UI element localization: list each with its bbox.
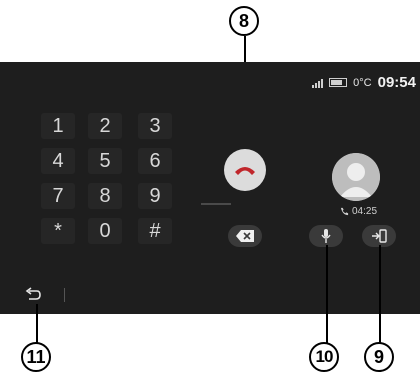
key-2[interactable]: 2 xyxy=(88,113,122,139)
phone-hangup-icon xyxy=(235,167,255,175)
key-8[interactable]: 8 xyxy=(88,183,122,209)
backspace-icon xyxy=(236,230,254,242)
microphone-icon xyxy=(321,229,331,243)
callout-8: 8 xyxy=(229,6,259,36)
car-screen: 0°C 09:54 1 2 3 4 5 6 7 8 9 * 0 # 04:25 xyxy=(0,62,420,314)
key-3[interactable]: 3 xyxy=(138,113,172,139)
key-5[interactable]: 5 xyxy=(88,148,122,174)
callout-10: 10 xyxy=(309,342,339,372)
status-bar: 0°C 09:54 xyxy=(312,74,416,91)
divider xyxy=(201,203,231,205)
key-0[interactable]: 0 xyxy=(88,218,122,244)
call-duration-text: 04:25 xyxy=(352,206,378,217)
callout-9: 9 xyxy=(364,342,394,372)
contact-avatar xyxy=(332,153,380,201)
callout-9-line xyxy=(379,245,381,344)
callout-11-line xyxy=(36,304,38,344)
key-7[interactable]: 7 xyxy=(41,183,75,209)
callout-10-line xyxy=(326,245,328,344)
transfer-call-button[interactable] xyxy=(362,225,396,247)
key-9[interactable]: 9 xyxy=(138,183,172,209)
key-hash[interactable]: # xyxy=(138,218,172,244)
signal-icon xyxy=(312,78,324,88)
callout-11: 11 xyxy=(21,342,51,372)
temperature: 0°C xyxy=(353,76,372,89)
contact-avatar-icon xyxy=(332,153,380,201)
key-6[interactable]: 6 xyxy=(138,148,172,174)
divider xyxy=(64,288,65,302)
microphone-button[interactable] xyxy=(309,225,343,247)
back-arrow-icon xyxy=(25,287,41,300)
hangup-button[interactable] xyxy=(224,149,266,191)
phone-icon xyxy=(340,207,349,216)
battery-icon xyxy=(329,78,348,87)
transfer-call-icon xyxy=(372,229,387,243)
key-star[interactable]: * xyxy=(41,218,75,244)
call-duration: 04:25 xyxy=(340,206,377,217)
key-4[interactable]: 4 xyxy=(41,148,75,174)
back-button[interactable] xyxy=(22,284,44,304)
clock: 09:54 xyxy=(377,74,416,91)
backspace-button[interactable] xyxy=(228,225,262,247)
key-1[interactable]: 1 xyxy=(41,113,75,139)
